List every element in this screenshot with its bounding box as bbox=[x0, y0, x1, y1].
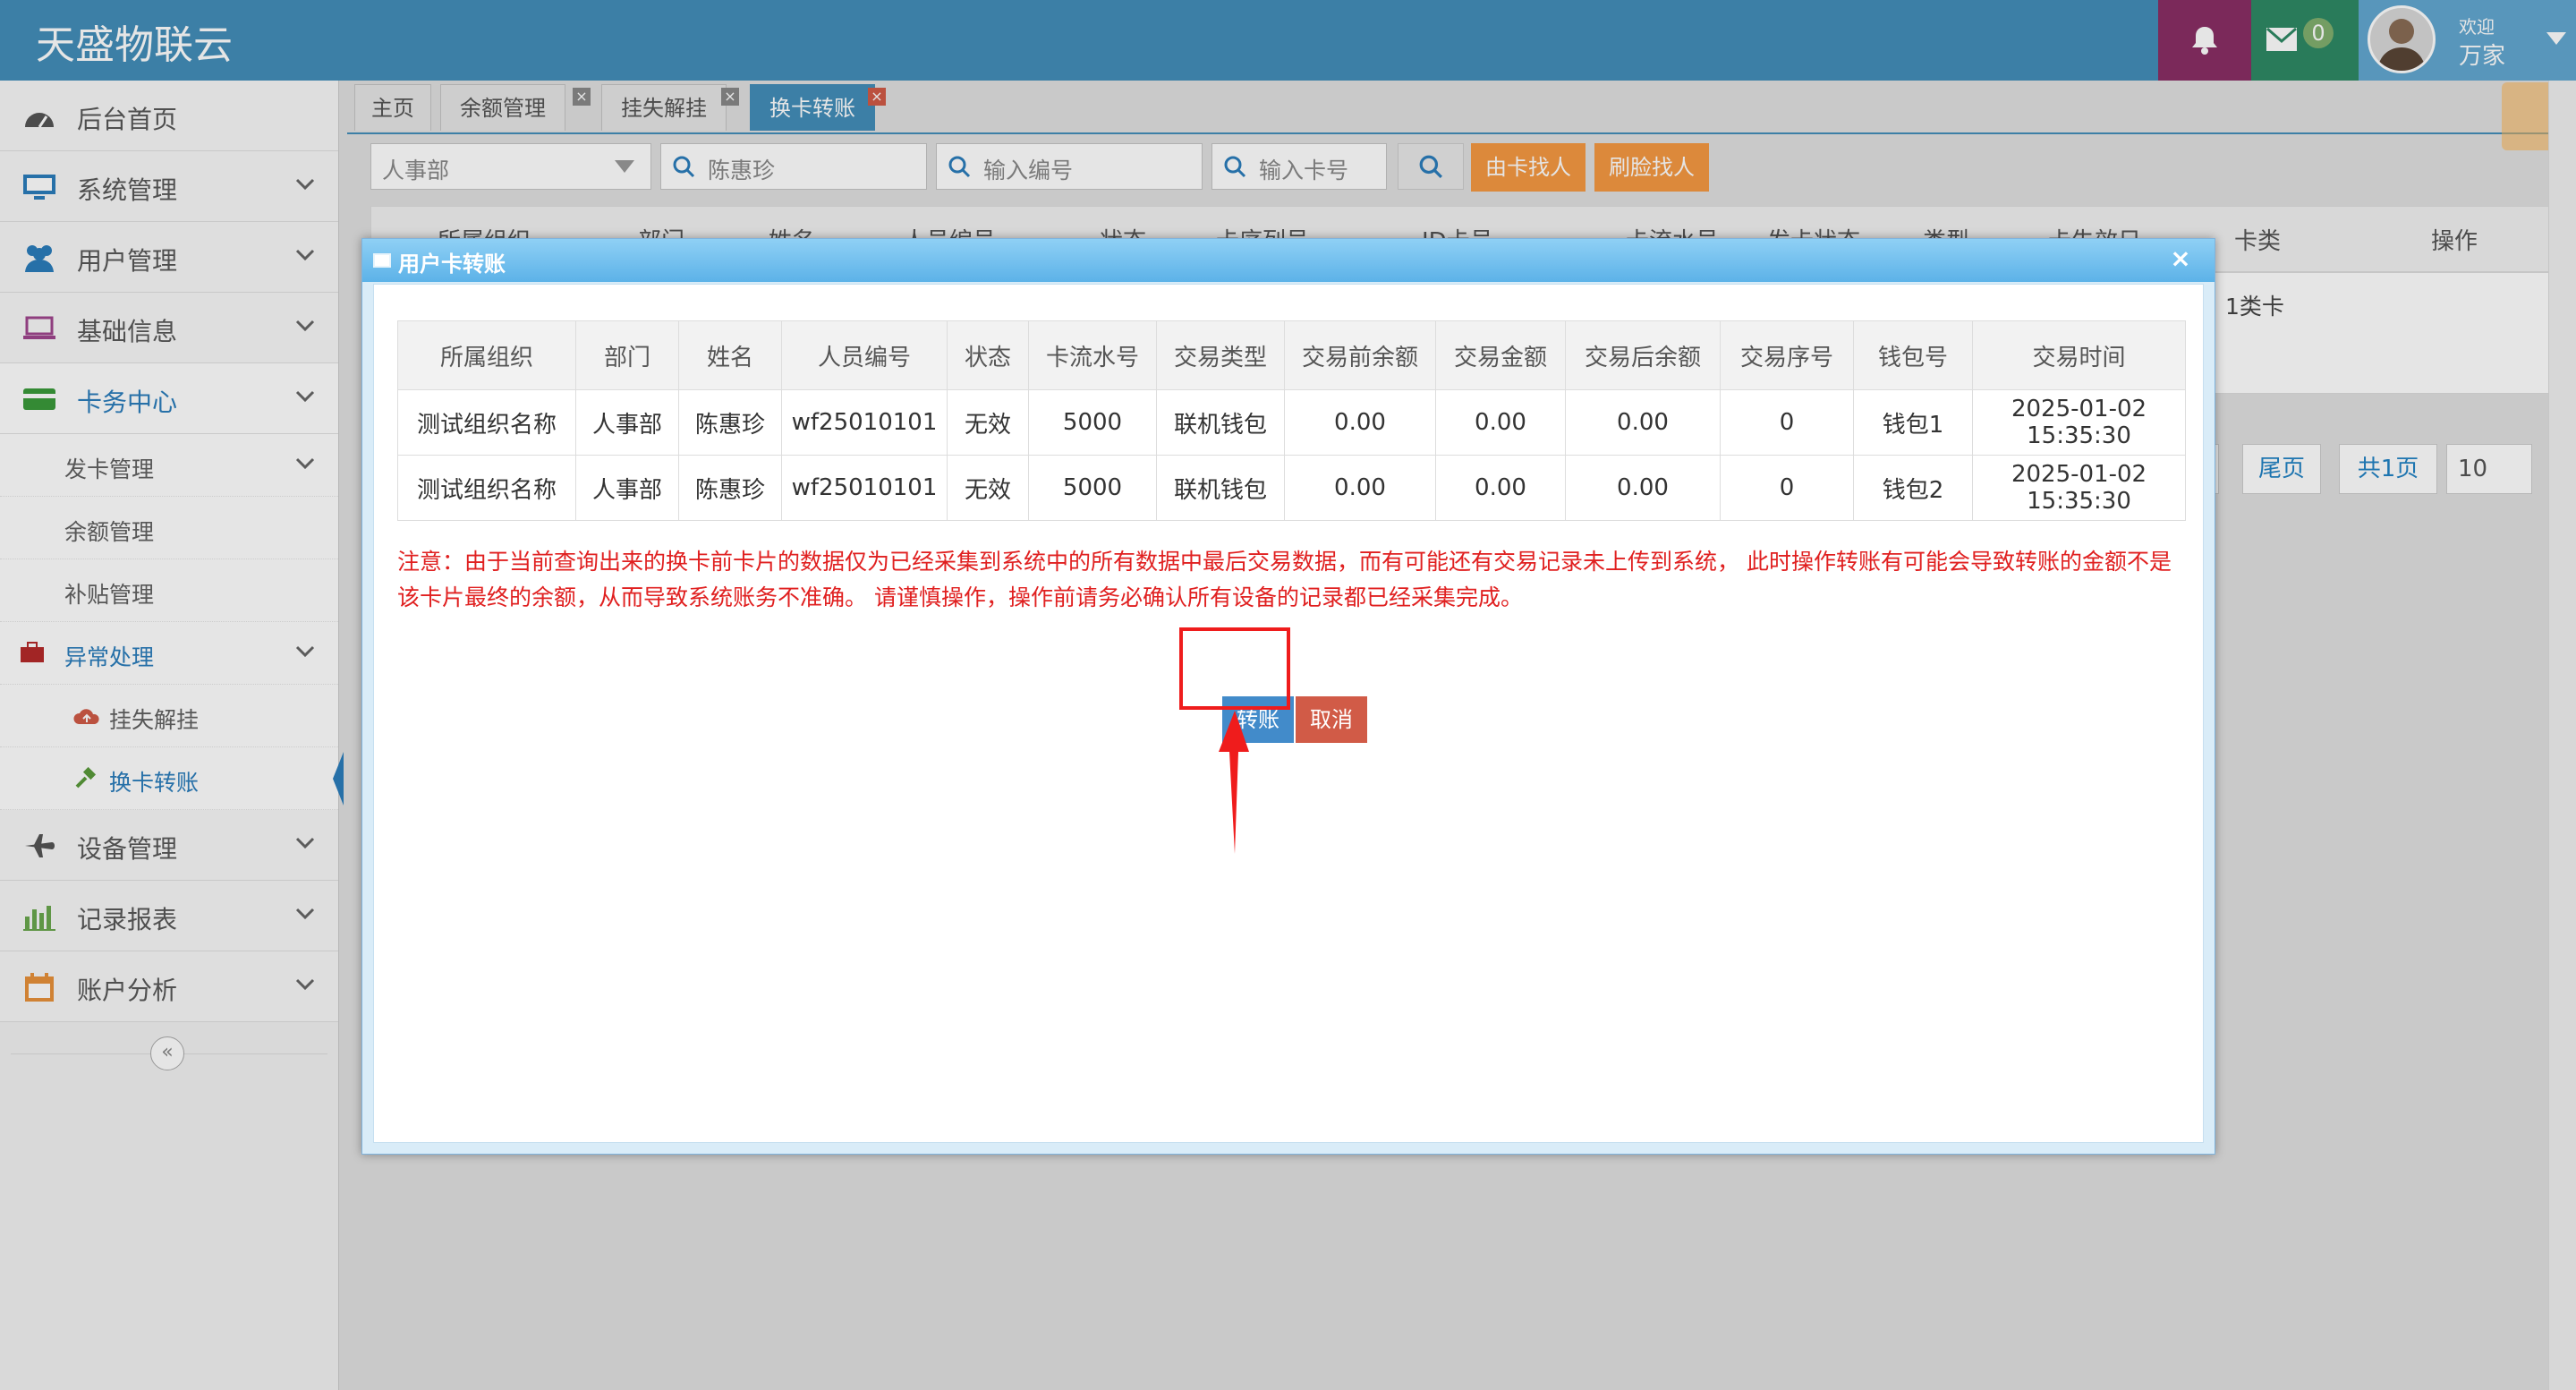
cell-amount: 0.00 bbox=[1435, 389, 1566, 456]
cell-flow: 5000 bbox=[1028, 389, 1157, 456]
pointer-arrow-icon bbox=[1219, 711, 1249, 854]
col-number: 人员编号 bbox=[781, 320, 948, 390]
table-row: 测试组织名称 人事部 陈惠珍 wf25010101 无效 5000 联机钱包 0… bbox=[397, 455, 2186, 521]
cell-dept: 人事部 bbox=[575, 455, 679, 521]
cell-before: 0.00 bbox=[1284, 389, 1436, 456]
cell-after: 0.00 bbox=[1565, 389, 1721, 456]
col-seq: 交易序号 bbox=[1720, 320, 1854, 390]
cell-amount: 0.00 bbox=[1435, 455, 1566, 521]
cell-number: wf25010101 bbox=[781, 455, 948, 521]
cell-name: 陈惠珍 bbox=[678, 389, 782, 456]
cell-org: 测试组织名称 bbox=[397, 455, 576, 521]
cell-seq: 0 bbox=[1720, 455, 1854, 521]
cell-time: 2025-01-02 15:35:30 bbox=[1972, 455, 2186, 521]
transaction-table: 所属组织 部门 姓名 人员编号 状态 卡流水号 交易类型 交易前余额 交易金额 … bbox=[397, 320, 2186, 521]
col-wallet: 钱包号 bbox=[1853, 320, 1973, 390]
cell-org: 测试组织名称 bbox=[397, 389, 576, 456]
cell-wallet: 钱包1 bbox=[1853, 389, 1973, 456]
col-org: 所属组织 bbox=[397, 320, 576, 390]
cell-seq: 0 bbox=[1720, 389, 1854, 456]
col-amount: 交易金额 bbox=[1435, 320, 1566, 390]
cell-status: 无效 bbox=[947, 455, 1029, 521]
col-tx-type: 交易类型 bbox=[1156, 320, 1285, 390]
col-name: 姓名 bbox=[678, 320, 782, 390]
cell-dept: 人事部 bbox=[575, 389, 679, 456]
table-header-row: 所属组织 部门 姓名 人员编号 状态 卡流水号 交易类型 交易前余额 交易金额 … bbox=[397, 320, 2186, 390]
cancel-button[interactable]: 取消 bbox=[1296, 696, 1367, 743]
warning-notice: 注意：由于当前查询出来的换卡前卡片的数据仅为已经采集到系统中的所有数据中最后交易… bbox=[397, 549, 2172, 610]
cell-after: 0.00 bbox=[1565, 455, 1721, 521]
cell-tx-type: 联机钱包 bbox=[1156, 455, 1285, 521]
col-before: 交易前余额 bbox=[1284, 320, 1436, 390]
col-dept: 部门 bbox=[575, 320, 679, 390]
modal-header: 用户卡转账 × bbox=[362, 239, 2215, 282]
window-icon bbox=[373, 253, 391, 268]
col-after: 交易后余额 bbox=[1565, 320, 1721, 390]
modal-title: 用户卡转账 bbox=[398, 252, 506, 277]
modal-body: 所属组织 部门 姓名 人员编号 状态 卡流水号 交易类型 交易前余额 交易金额 … bbox=[373, 284, 2204, 1143]
highlight-box bbox=[1179, 627, 1290, 710]
cell-number: wf25010101 bbox=[781, 389, 948, 456]
cell-wallet: 钱包2 bbox=[1853, 455, 1973, 521]
col-flow: 卡流水号 bbox=[1028, 320, 1157, 390]
table-row: 测试组织名称 人事部 陈惠珍 wf25010101 无效 5000 联机钱包 0… bbox=[397, 389, 2186, 456]
close-icon[interactable]: × bbox=[2163, 243, 2198, 275]
col-time: 交易时间 bbox=[1972, 320, 2186, 390]
cell-status: 无效 bbox=[947, 389, 1029, 456]
cell-name: 陈惠珍 bbox=[678, 455, 782, 521]
cell-tx-type: 联机钱包 bbox=[1156, 389, 1285, 456]
col-status: 状态 bbox=[947, 320, 1029, 390]
cell-flow: 5000 bbox=[1028, 455, 1157, 521]
cell-before: 0.00 bbox=[1284, 455, 1436, 521]
cell-time: 2025-01-02 15:35:30 bbox=[1972, 389, 2186, 456]
